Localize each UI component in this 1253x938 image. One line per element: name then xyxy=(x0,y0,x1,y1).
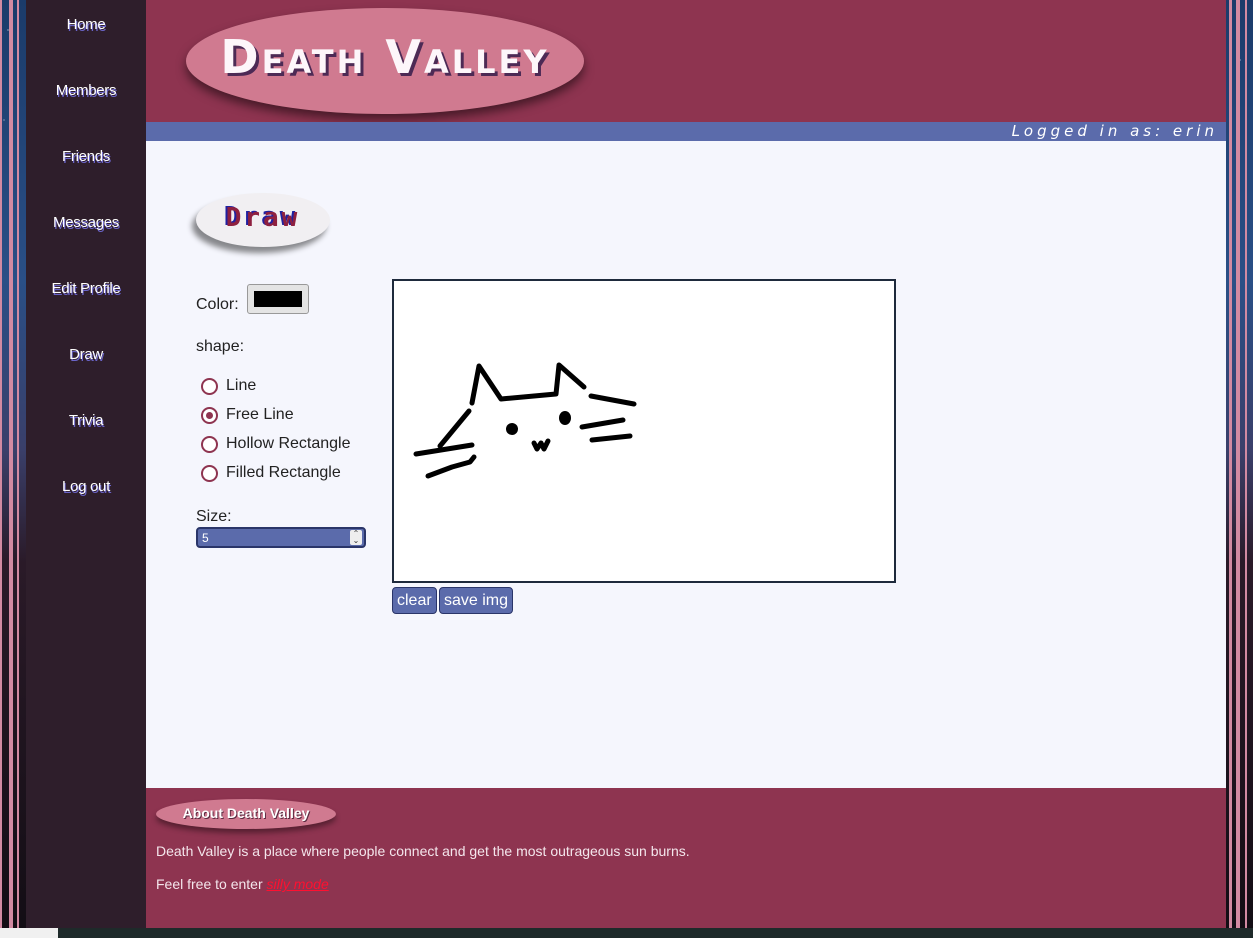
nav-trivia[interactable]: Trivia xyxy=(26,412,146,429)
nav-home[interactable]: Home xyxy=(26,16,146,33)
stroke-1 xyxy=(437,408,472,449)
color-picker[interactable] xyxy=(247,284,309,314)
sidebar-nav: Home Members Friends Messages Edit Profi… xyxy=(26,0,146,928)
canvas-drawing xyxy=(413,362,637,479)
nav-friends[interactable]: Friends xyxy=(26,148,146,165)
stroke-eye-right xyxy=(559,411,571,425)
radio-hollow-rectangle[interactable] xyxy=(201,436,218,453)
page-title-badge: Draw xyxy=(196,193,330,247)
site-footer: About Death Valley Death Valley is a pla… xyxy=(146,788,1226,928)
left-stripe-2 xyxy=(9,0,13,928)
stroke-6 xyxy=(413,442,475,457)
color-swatch xyxy=(254,291,302,307)
logged-in-text: Logged in as: erin xyxy=(1011,122,1218,140)
radio-filled-rectangle[interactable] xyxy=(201,465,218,482)
nav-draw[interactable]: Draw xyxy=(26,346,146,363)
taskbar-start-area xyxy=(0,928,58,938)
right-stripe xyxy=(1229,0,1232,928)
radio-free-line[interactable] xyxy=(201,407,218,424)
nav-log-out[interactable]: Log out xyxy=(26,478,146,495)
radio-label-line: Line xyxy=(226,377,257,394)
silly-mode-link[interactable]: silly mode xyxy=(267,876,329,892)
silly-mode-prefix: Feel free to enter xyxy=(156,876,267,892)
nav-members[interactable]: Members xyxy=(26,82,146,99)
site-header: Death Valley xyxy=(146,0,1226,122)
nav-edit-profile[interactable]: Edit Profile xyxy=(26,280,146,297)
drawing-canvas[interactable] xyxy=(392,279,896,583)
radio-label-hollow-rectangle: Hollow Rectangle xyxy=(226,435,351,452)
size-value: 5 xyxy=(202,531,209,545)
size-label: Size: xyxy=(196,508,232,525)
nav-messages[interactable]: Messages xyxy=(26,214,146,231)
stroke-3 xyxy=(588,393,637,407)
main-content: Draw Color: shape: Line Free Line Hollow… xyxy=(146,141,1226,788)
shape-label: shape: xyxy=(196,338,245,355)
left-stripe xyxy=(0,0,2,928)
site-title: Death Valley xyxy=(220,30,550,84)
stroke-5 xyxy=(589,433,633,443)
site-logo: Death Valley xyxy=(186,8,584,114)
right-stripe-2 xyxy=(1236,0,1240,928)
size-input[interactable]: 5 ⌃ ⌄ xyxy=(196,527,366,548)
save-img-button[interactable]: save img xyxy=(439,587,514,614)
login-bar: Logged in as: erin xyxy=(146,122,1226,141)
os-taskbar xyxy=(0,928,1253,938)
stroke-8 xyxy=(531,438,551,452)
clear-button[interactable]: clear xyxy=(392,587,437,614)
radio-label-free-line: Free Line xyxy=(226,406,294,423)
page-title: Draw xyxy=(225,203,301,233)
stroke-eye-left xyxy=(506,423,518,435)
about-description: Death Valley is a place where people con… xyxy=(156,843,690,859)
about-title: About Death Valley xyxy=(182,805,310,821)
color-label: Color: xyxy=(196,296,239,313)
about-badge: About Death Valley xyxy=(156,799,336,829)
stroke-4 xyxy=(579,417,626,430)
spinner-icon[interactable]: ⌃ ⌄ xyxy=(350,530,362,545)
radio-label-filled-rectangle: Filled Rectangle xyxy=(226,464,341,481)
right-stripe-3 xyxy=(1245,0,1247,928)
stroke-2 xyxy=(469,362,587,406)
stroke-7 xyxy=(425,454,477,479)
silly-mode-line: Feel free to enter silly mode xyxy=(156,876,329,892)
left-stripe-3 xyxy=(17,0,19,928)
radio-line[interactable] xyxy=(201,378,218,395)
